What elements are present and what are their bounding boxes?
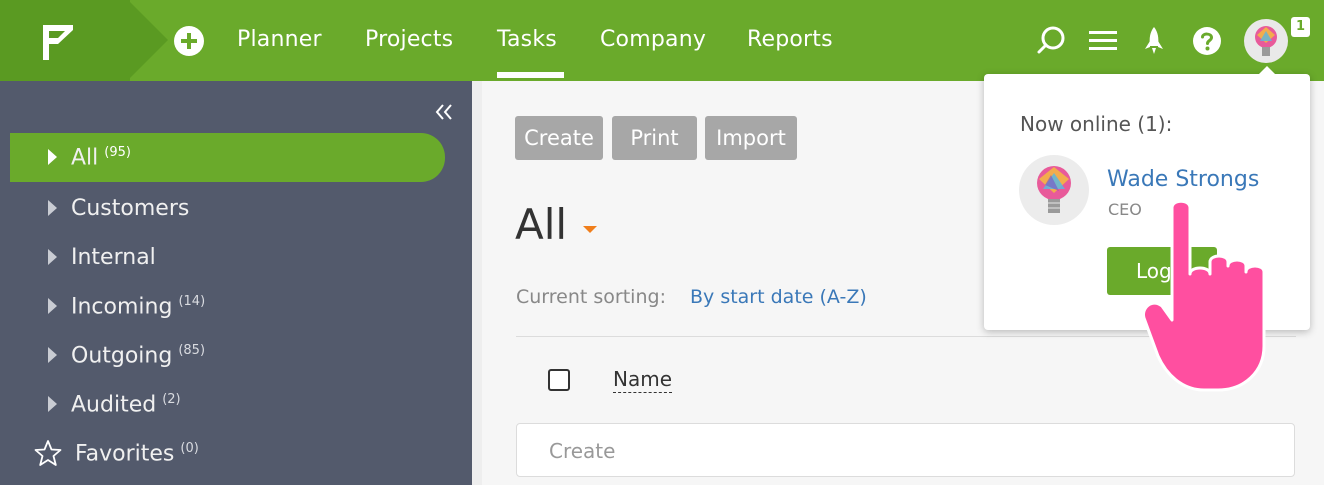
collapse-sidebar-icon[interactable] — [434, 102, 454, 122]
star-icon — [34, 440, 62, 466]
help-icon[interactable] — [1190, 24, 1224, 58]
sidebar-item-label: All — [71, 145, 99, 171]
sidebar-item-label: Audited — [71, 392, 157, 418]
rocket-icon[interactable] — [1137, 24, 1171, 58]
add-icon[interactable] — [174, 26, 204, 56]
lightbulb-avatar-icon — [1255, 26, 1277, 56]
lightbulb-avatar-icon — [1037, 166, 1071, 213]
hand-pointer-icon — [1142, 199, 1266, 392]
sidebar-item-label: Outgoing — [71, 343, 173, 369]
nav-planner[interactable]: Planner — [237, 27, 322, 52]
page-title[interactable]: All — [515, 200, 567, 249]
nav-tasks[interactable]: Tasks — [497, 27, 557, 52]
menu-icon[interactable] — [1086, 24, 1120, 58]
sorting-label: Current sorting: — [516, 286, 666, 308]
popup-arrow — [1258, 66, 1276, 75]
online-user-name[interactable]: Wade Strongs — [1107, 167, 1259, 192]
nav-reports[interactable]: Reports — [747, 27, 833, 52]
sidebar-item-label: Favorites — [75, 441, 175, 467]
popup-title: Now online (1): — [1020, 112, 1173, 136]
online-user-avatar[interactable] — [1019, 155, 1089, 225]
import-button[interactable]: Import — [705, 116, 797, 160]
select-all-checkbox[interactable] — [548, 369, 570, 391]
sidebar-item-count: (95) — [104, 145, 131, 160]
print-button[interactable]: Print — [612, 116, 697, 160]
top-navigation-bar: Planner Projects Tasks Company Reports 1 — [0, 0, 1324, 81]
sorting-value-link[interactable]: By start date (A-Z) — [690, 286, 867, 308]
nav-projects[interactable]: Projects — [365, 27, 453, 52]
sidebar-item-customers[interactable]: Customers — [10, 184, 445, 233]
sidebar-item-outgoing[interactable]: Outgoing (85) — [10, 331, 445, 380]
logo-icon[interactable] — [40, 22, 76, 62]
column-header-name[interactable]: Name — [613, 366, 673, 393]
expand-arrow-icon[interactable] — [48, 200, 57, 216]
sidebar-item-count: (14) — [178, 294, 206, 309]
sidebar-item-label: Incoming — [71, 294, 173, 320]
sidebar-item-audited[interactable]: Audited (2) — [10, 380, 445, 429]
create-placeholder: Create — [549, 439, 616, 463]
sidebar-item-label: Customers — [71, 196, 190, 221]
notification-badge: 1 — [1291, 17, 1310, 37]
chevron-down-icon[interactable] — [583, 226, 597, 233]
sidebar-item-favorites[interactable]: Favorites (0) — [10, 429, 445, 478]
expand-arrow-icon[interactable] — [48, 347, 57, 363]
expand-arrow-icon — [48, 149, 57, 165]
sidebar-item-label: Internal — [71, 245, 156, 270]
create-task-input[interactable]: Create — [516, 423, 1295, 477]
sidebar-item-count: (2) — [162, 392, 181, 407]
sidebar-item-incoming[interactable]: Incoming (14) — [10, 282, 445, 331]
user-avatar[interactable] — [1244, 19, 1288, 63]
nav-company[interactable]: Company — [600, 27, 706, 52]
create-button[interactable]: Create — [515, 116, 603, 160]
sidebar-item-all[interactable]: All (95) — [10, 133, 445, 182]
sidebar-item-internal[interactable]: Internal — [10, 233, 445, 282]
sidebar-item-count: (0) — [180, 441, 199, 456]
active-tab-indicator — [497, 72, 564, 78]
sidebar-item-count: (85) — [178, 343, 206, 358]
expand-arrow-icon[interactable] — [48, 298, 57, 314]
search-icon[interactable] — [1034, 24, 1068, 58]
expand-arrow-icon[interactable] — [48, 249, 57, 265]
online-user-role: CEO — [1108, 200, 1142, 219]
logo-arrow-shape — [128, 0, 168, 80]
expand-arrow-icon[interactable] — [48, 396, 57, 412]
